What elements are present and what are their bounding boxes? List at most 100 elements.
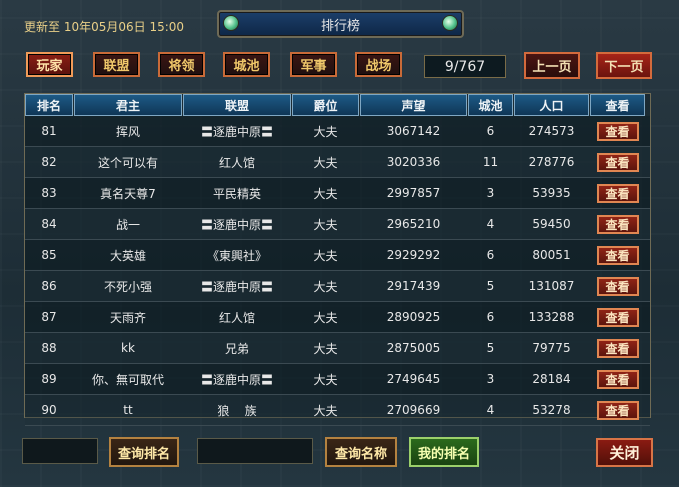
cell-rank: 87 (41, 310, 57, 324)
column-header-alliance[interactable]: 联盟 (183, 94, 291, 116)
cell-lord: 这个可以有 (97, 155, 158, 170)
cell-prestige: 3020336 (386, 155, 441, 169)
cell-rank: 89 (41, 372, 57, 386)
table-row: 90 tt 狼 族 大夫 2709669 4 53278 查看 (25, 395, 650, 426)
cell-title: 大夫 (313, 155, 338, 170)
cell-view: 查看 (590, 147, 645, 177)
table-row: 86 不死小强 〓逐鹿中原〓 大夫 2917439 5 131087 查看 (25, 271, 650, 302)
view-button[interactable]: 查看 (596, 183, 639, 203)
cell-title: 大夫 (313, 310, 338, 325)
view-button[interactable]: 查看 (596, 338, 639, 358)
cell-lord: 挥风 (115, 124, 140, 139)
cell-population: 274573 (528, 124, 575, 138)
cell-population: 133288 (528, 310, 575, 324)
view-button[interactable]: 查看 (596, 276, 639, 296)
cell-title: 大夫 (313, 248, 338, 263)
cell-rank: 82 (41, 155, 57, 169)
cell-alliance: 〓逐鹿中原〓 (200, 372, 273, 387)
cell-cities: 6 (486, 310, 495, 324)
column-header-rank[interactable]: 排名 (25, 94, 73, 116)
search-rank-button[interactable]: 查询排名 (109, 437, 179, 467)
cell-lord: 你、無可取代 (91, 372, 164, 387)
name-search-input[interactable] (197, 438, 313, 464)
cell-title: 大夫 (313, 372, 338, 387)
prev-page-button[interactable]: 上一页 (524, 52, 580, 79)
tab-players[interactable]: 玩家 (26, 52, 73, 77)
cell-population: 80051 (532, 248, 571, 262)
tab-military[interactable]: 军事 (290, 52, 337, 77)
table-row: 85 大英雄 《東興社》 大夫 2929292 6 80051 查看 (25, 240, 650, 271)
view-button[interactable]: 查看 (596, 214, 639, 234)
cell-rank: 84 (41, 217, 57, 231)
cell-title: 大夫 (313, 124, 338, 139)
tab-generals[interactable]: 将领 (158, 52, 205, 77)
tab-cities[interactable]: 城池 (223, 52, 270, 77)
cell-cities: 6 (486, 124, 495, 138)
cell-population: 59450 (532, 217, 571, 231)
rank-search-input[interactable] (22, 438, 98, 464)
cell-cities: 3 (486, 372, 495, 386)
cell-prestige: 2965210 (386, 217, 441, 231)
cell-population: 53935 (532, 186, 571, 200)
cell-alliance: 〓逐鹿中原〓 (200, 124, 273, 139)
cell-title: 大夫 (313, 186, 338, 201)
table-row: 84 战一 〓逐鹿中原〓 大夫 2965210 4 59450 查看 (25, 209, 650, 240)
cell-title: 大夫 (313, 341, 338, 356)
view-button[interactable]: 查看 (596, 152, 639, 172)
cell-alliance: 狼 族 (217, 403, 257, 418)
cell-alliance: 〓逐鹿中原〓 (200, 279, 273, 294)
cell-view: 查看 (590, 333, 645, 363)
cell-lord: 天雨齐 (109, 310, 146, 325)
column-header-title[interactable]: 爵位 (292, 94, 359, 116)
cell-rank: 86 (41, 279, 57, 293)
column-header-lord[interactable]: 君主 (74, 94, 182, 116)
search-name-button[interactable]: 查询名称 (325, 437, 397, 467)
cell-prestige: 2875005 (386, 341, 441, 355)
cell-population: 131087 (528, 279, 575, 293)
cell-view: 查看 (590, 395, 645, 425)
cell-view: 查看 (590, 116, 645, 146)
table-row: 88 kk 兄弟 大夫 2875005 5 79775 查看 (25, 333, 650, 364)
table-row: 82 这个可以有 红人馆 大夫 3020336 11 278776 查看 (25, 147, 650, 178)
cell-title: 大夫 (313, 217, 338, 232)
cell-population: 79775 (532, 341, 571, 355)
cell-cities: 6 (486, 248, 495, 262)
view-button[interactable]: 查看 (596, 121, 639, 141)
cell-rank: 85 (41, 248, 57, 262)
page-title: 排行榜 (320, 19, 360, 34)
tab-battlefield[interactable]: 战场 (355, 52, 402, 77)
cell-cities: 4 (486, 403, 495, 417)
ranking-table: 排名 君主 联盟 爵位 声望 城池 人口 查看 81 挥风 〓逐鹿中原〓 大夫 3067… (24, 93, 651, 426)
cell-cities: 5 (486, 341, 495, 355)
cell-cities: 3 (486, 186, 495, 200)
view-button[interactable]: 查看 (596, 245, 639, 265)
cell-view: 查看 (590, 209, 645, 239)
tab-alliances[interactable]: 联盟 (93, 52, 140, 77)
close-button[interactable]: 关闭 (596, 438, 653, 467)
view-button[interactable]: 查看 (596, 400, 639, 420)
cell-prestige: 2917439 (386, 279, 441, 293)
cell-prestige: 3067142 (386, 124, 441, 138)
cell-view: 查看 (590, 271, 645, 301)
cell-view: 查看 (590, 302, 645, 332)
cell-rank: 83 (41, 186, 57, 200)
column-header-cities[interactable]: 城池 (468, 94, 513, 116)
next-page-button[interactable]: 下一页 (596, 52, 652, 79)
view-button[interactable]: 查看 (596, 369, 639, 389)
cell-rank: 81 (41, 124, 57, 138)
column-header-prestige[interactable]: 声望 (360, 94, 467, 116)
cell-title: 大夫 (313, 279, 338, 294)
cell-alliance: 平民精英 (212, 186, 261, 201)
update-timestamp: 更新至 10年05月06日 15:00 (24, 20, 185, 34)
cell-alliance: 红人馆 (218, 155, 255, 170)
my-rank-button[interactable]: 我的排名 (409, 437, 479, 467)
view-button[interactable]: 查看 (596, 307, 639, 327)
cell-lord: 大英雄 (109, 248, 146, 263)
table-row: 83 真名天尊7 平民精英 大夫 2997857 3 53935 查看 (25, 178, 650, 209)
cell-alliance: 红人馆 (218, 310, 255, 325)
column-header-population[interactable]: 人口 (514, 94, 589, 116)
cell-prestige: 2929292 (386, 248, 441, 262)
cell-lord: tt (123, 403, 133, 417)
cell-alliance: 兄弟 (224, 341, 249, 356)
cell-lord: 真名天尊7 (100, 186, 156, 201)
